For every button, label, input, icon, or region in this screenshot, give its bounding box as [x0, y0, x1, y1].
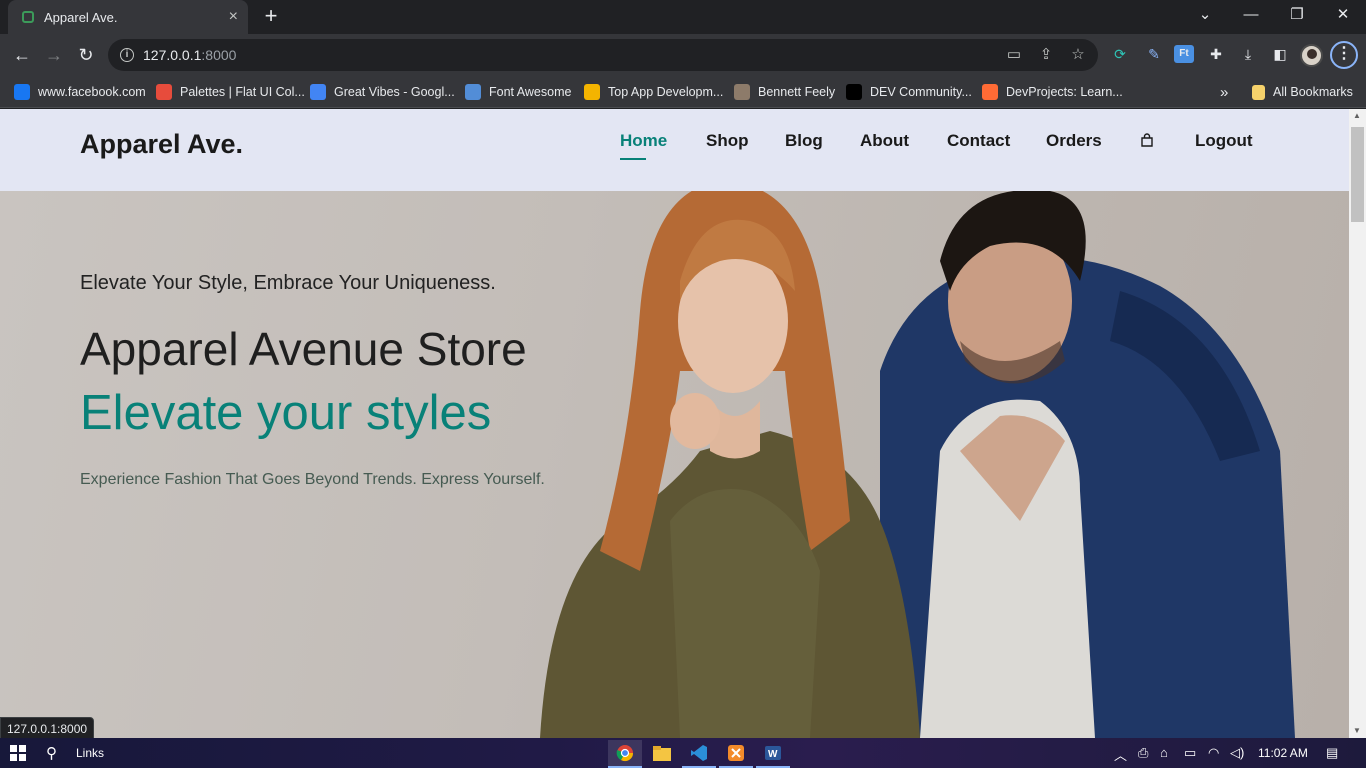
url-port: :8000 — [201, 47, 237, 63]
minimize-button[interactable]: — — [1228, 0, 1274, 32]
chrome-icon[interactable] — [608, 740, 642, 768]
extension-wand-icon[interactable]: ✎ — [1144, 45, 1164, 63]
grid-icon — [584, 84, 600, 100]
meet-icon[interactable]: ⎙ — [1138, 745, 1148, 761]
bookmark-item[interactable]: Top App Developm... — [584, 82, 723, 102]
bookmark-item[interactable]: Palettes | Flat UI Col... — [156, 82, 305, 102]
site-info-icon[interactable]: i — [120, 48, 134, 62]
sync-extension-icon[interactable]: ⟳ — [1110, 45, 1130, 63]
browser-menu-icon[interactable]: ⋮ — [1330, 41, 1358, 69]
folder-icon — [1252, 84, 1265, 100]
extensions-puzzle-icon[interactable]: ✚ — [1206, 45, 1226, 63]
nav-about[interactable]: About — [860, 131, 909, 151]
windows-taskbar: ⚲ Links W ︿ ⎙ ⌂ ▭ ◠ ◁) 11:02 AM ▤ — [0, 738, 1366, 768]
hero-slogan: Elevate your styles — [80, 386, 492, 440]
address-bar[interactable]: i 127.0.0.1:8000 ▭ ⇪ ☆ — [108, 39, 1098, 71]
scrollbar-thumb[interactable] — [1351, 127, 1364, 222]
avatar-icon — [734, 84, 750, 100]
all-bookmarks-folder[interactable]: All Bookmarks — [1252, 82, 1353, 102]
site-favicon-icon — [22, 11, 34, 23]
hero-tagline: Elevate Your Style, Embrace Your Uniquen… — [80, 272, 496, 294]
browser-tab[interactable]: Apparel Ave. × — [8, 0, 248, 34]
side-panel-icon[interactable]: ◧ — [1270, 45, 1290, 63]
search-icon[interactable]: ⚲ — [46, 743, 57, 763]
web-page: Apparel Ave. Home Shop Blog About Contac… — [0, 109, 1349, 738]
url-host: 127.0.0.1 — [143, 47, 202, 63]
bookmark-label: www.facebook.com — [38, 85, 146, 99]
wifi-icon[interactable]: ◠ — [1208, 745, 1219, 761]
back-arrow-icon[interactable]: ← — [8, 42, 36, 68]
tab-title: Apparel Ave. — [44, 9, 118, 25]
vscode-icon[interactable] — [682, 740, 716, 768]
all-bookmarks-label: All Bookmarks — [1273, 85, 1353, 99]
notifications-icon[interactable]: ▤ — [1326, 745, 1338, 761]
bookmark-item[interactable]: Font Awesome — [465, 82, 571, 102]
forward-arrow-icon[interactable]: → — [40, 42, 68, 68]
reader-mode-icon[interactable]: ▭ — [1004, 45, 1024, 65]
profile-avatar[interactable] — [1300, 44, 1323, 67]
reload-icon[interactable]: ↻ — [72, 42, 100, 68]
bookmark-label: Great Vibes - Googl... — [334, 85, 455, 99]
bookmark-label: Font Awesome — [489, 85, 572, 99]
hero-store-name: Apparel Avenue Store — [80, 323, 527, 375]
bookmark-item[interactable]: Bennett Feely — [734, 82, 835, 102]
tab-search-icon[interactable]: ⌄ — [1182, 0, 1228, 32]
close-window-button[interactable]: ✕ — [1320, 0, 1366, 32]
nav-home[interactable]: Home — [620, 131, 667, 160]
flag-icon — [465, 84, 481, 100]
site-header: Apparel Ave. Home Shop Blog About Contac… — [0, 109, 1349, 191]
google-fonts-icon — [310, 84, 326, 100]
dev-icon — [846, 84, 862, 100]
facebook-icon — [14, 84, 30, 100]
bookmark-label: DEV Community... — [870, 85, 972, 99]
bookmark-label: Palettes | Flat UI Col... — [180, 85, 305, 99]
bookmark-label: DevProjects: Learn... — [1006, 85, 1123, 99]
tray-app-icon[interactable]: ⌂ — [1160, 745, 1168, 760]
bookmark-label: Top App Developm... — [608, 85, 724, 99]
taskbar-search-label[interactable]: Links — [76, 743, 104, 763]
bookmark-item[interactable]: DEV Community... — [846, 82, 972, 102]
tray-chevron-icon[interactable]: ︿ — [1114, 745, 1127, 764]
scroll-down-icon[interactable]: ▼ — [1353, 726, 1361, 735]
nav-contact[interactable]: Contact — [947, 131, 1010, 151]
new-tab-button[interactable]: + — [258, 4, 284, 30]
xampp-icon[interactable] — [719, 740, 753, 768]
share-icon[interactable]: ⇪ — [1036, 45, 1056, 65]
devprojects-icon — [982, 84, 998, 100]
bookmark-label: Bennett Feely — [758, 85, 836, 99]
more-bookmarks-icon[interactable]: » — [1220, 82, 1228, 102]
battery-icon[interactable]: ▭ — [1184, 745, 1196, 761]
scroll-up-icon[interactable]: ▲ — [1353, 111, 1361, 120]
palette-icon — [156, 84, 172, 100]
shopping-bag-icon[interactable] — [1140, 133, 1154, 147]
nav-shop[interactable]: Shop — [706, 131, 749, 151]
nav-logout[interactable]: Logout — [1195, 131, 1253, 151]
tab-close-icon[interactable]: × — [229, 8, 238, 26]
nav-blog[interactable]: Blog — [785, 131, 823, 151]
hero-description: Experience Fashion That Goes Beyond Tren… — [80, 471, 545, 488]
download-icon[interactable]: ⤓ — [1238, 45, 1258, 63]
bookmark-item[interactable]: Great Vibes - Googl... — [310, 82, 455, 102]
nav-orders[interactable]: Orders — [1046, 131, 1102, 151]
bookmark-item[interactable]: DevProjects: Learn... — [982, 82, 1123, 102]
svg-text:W: W — [768, 749, 778, 760]
site-logo[interactable]: Apparel Ave. — [80, 129, 243, 160]
browser-toolbar: ← → ↻ i 127.0.0.1:8000 ▭ ⇪ ☆ ⟳ ✎ Ft ✚ ⤓ … — [0, 34, 1366, 76]
bookmark-item[interactable]: www.facebook.com — [14, 82, 146, 102]
word-icon[interactable]: W — [756, 740, 790, 768]
clock[interactable]: 11:02 AM — [1258, 746, 1308, 760]
hero-models-image — [540, 191, 1295, 738]
volume-icon[interactable]: ◁) — [1230, 745, 1244, 761]
file-explorer-icon[interactable] — [645, 740, 679, 768]
windows-start-icon[interactable] — [10, 745, 26, 761]
restore-button[interactable]: ❐ — [1274, 0, 1320, 32]
font-extension-icon[interactable]: Ft — [1174, 45, 1194, 63]
bookmarks-bar: www.facebook.com Palettes | Flat UI Col..… — [0, 76, 1366, 108]
bookmark-star-icon[interactable]: ☆ — [1068, 45, 1088, 65]
